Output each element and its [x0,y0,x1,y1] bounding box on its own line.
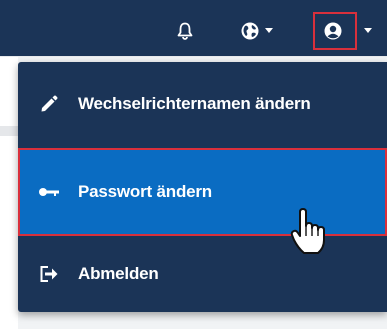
bell-icon[interactable] [172,18,198,44]
menu-item-label: Wechselrichternamen ändern [78,94,311,113]
sign-out-icon [36,263,62,285]
chevron-down-icon[interactable] [363,26,373,34]
divider [0,126,18,136]
key-icon [36,181,62,203]
menu-item-label: Passwort ändern [78,182,212,201]
menu-item-label: Abmelden [78,264,159,283]
menu-item-logout[interactable]: Abmelden [18,246,387,302]
user-circle-icon[interactable] [318,18,348,44]
chevron-down-icon[interactable] [264,26,274,34]
user-dropdown-menu: Wechselrichternamen ändern Passwort ände… [18,62,387,312]
menu-item-rename-inverter[interactable]: Wechselrichternamen ändern [18,76,387,132]
pencil-icon [36,93,62,115]
page-background [0,57,18,329]
pointer-cursor-icon [290,208,330,256]
top-navbar [0,0,387,57]
globe-icon[interactable] [237,19,263,43]
menu-item-change-password[interactable]: Passwort ändern [18,148,387,236]
